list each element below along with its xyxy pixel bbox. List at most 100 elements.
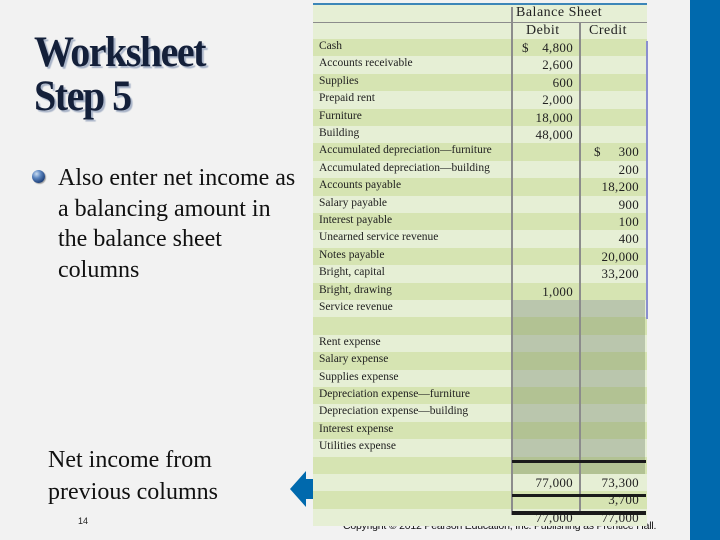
debit-cell <box>512 421 579 440</box>
dollar-sign: $ <box>594 144 601 160</box>
slide-title: Worksheet Step 5 <box>34 27 206 119</box>
debit-cell <box>512 248 579 265</box>
row-label: Salary payable <box>319 196 388 209</box>
credit-cell <box>581 439 645 457</box>
credit-amount: 20,000 <box>601 248 639 264</box>
row-label: Accounts payable <box>319 179 402 192</box>
table-row: Utilities expense <box>313 439 647 457</box>
page-number: 14 <box>78 516 89 526</box>
debit-cell <box>512 143 579 160</box>
debit-cell: $4,800 <box>512 39 579 56</box>
dollar-sign: $ <box>522 40 529 55</box>
table-row <box>313 317 647 335</box>
debit-cell: 48,000 <box>512 126 579 143</box>
credit-amount: 300 <box>618 144 639 160</box>
debit-cell <box>512 334 579 353</box>
bullet-text: Also enter net income as a balancing amo… <box>58 165 296 283</box>
debit-cell <box>512 317 579 335</box>
credit-cell: 18,200 <box>581 178 645 195</box>
table-row: Building 48,000 <box>313 126 647 144</box>
row-label: Furniture <box>319 109 362 122</box>
table-row: Unearned service revenue 400 <box>313 230 647 248</box>
table-row: Bright, capital 33,200 <box>313 265 647 283</box>
row-label: Bright, drawing <box>319 283 392 296</box>
credit-cell <box>581 387 645 405</box>
row-label: Supplies expense <box>319 370 399 383</box>
credit-cell <box>581 421 645 440</box>
credit-cell <box>581 74 645 91</box>
header-divider-left <box>511 7 513 41</box>
row-label: Utilities expense <box>319 440 396 453</box>
debit-cell <box>512 213 579 230</box>
credit-cell: 400 <box>581 230 645 247</box>
section-header-row: Balance Sheet <box>313 5 647 23</box>
table-row: Salary payable 900 <box>313 195 647 213</box>
row-label: Accumulated depreciation—furniture <box>319 144 492 157</box>
net-income-note: Net income from previous columns <box>48 447 218 505</box>
title-line-2: Step 5 <box>34 70 132 120</box>
table-row: Supplies 600 <box>313 73 647 92</box>
table-row: Cash $4,800 <box>313 39 647 57</box>
row-label: Depreciation expense—building <box>319 405 469 418</box>
table-row: Rent expense <box>313 334 647 353</box>
table-row: Furniture 18,000 <box>313 108 647 126</box>
credit-cell <box>581 334 645 353</box>
table-row: Prepaid rent 2,000 <box>313 91 647 109</box>
subtotal-rule <box>512 460 646 463</box>
debit-amount: 1,000 <box>542 283 573 299</box>
row-label: Prepaid rent <box>319 92 375 105</box>
debit-cell: 77,000 <box>512 474 579 491</box>
debit-cell <box>512 196 579 213</box>
debit-cell: 600 <box>512 74 579 91</box>
double-rule <box>512 511 646 515</box>
row-label: Accounts receivable <box>319 57 413 70</box>
debit-amount: 4,800 <box>542 40 573 55</box>
credit-amount: 900 <box>618 196 639 212</box>
bullet-icon <box>32 170 45 183</box>
table-row: Accumulated depreciation—furniture $300 <box>313 143 647 161</box>
credit-cell: 200 <box>581 161 645 178</box>
debit-cell <box>512 265 579 282</box>
credit-cell <box>581 352 645 370</box>
row-label: Interest payable <box>319 214 393 226</box>
row-label: Supplies <box>319 74 359 87</box>
debit-left-border <box>511 41 513 515</box>
debit-cell <box>512 178 579 195</box>
row-label: Cash <box>319 40 342 52</box>
debit-cell <box>512 439 579 457</box>
credit-amount: 18,200 <box>601 179 639 195</box>
credit-cell: 100 <box>581 213 645 230</box>
table-row: Depreciation expense—furniture <box>313 387 647 405</box>
debit-cell <box>512 369 579 387</box>
row-label: Interest expense <box>319 422 394 435</box>
table-row: Accounts receivable 2,600 <box>313 56 647 74</box>
row-label: Building <box>319 127 360 139</box>
table-row: Interest payable 100 <box>313 213 647 231</box>
debit-cell: 18,000 <box>512 109 579 126</box>
credit-cell <box>581 126 645 143</box>
table-row: Accumulated depreciation—building 200 <box>313 160 647 179</box>
credit-cell: $300 <box>581 143 645 160</box>
debit-cell: 2,000 <box>512 91 579 108</box>
column-header-credit: Credit <box>589 23 627 38</box>
column-header-debit: Debit <box>526 23 560 38</box>
accent-bar <box>690 0 720 540</box>
table-row: Supplies expense <box>313 369 647 387</box>
table-row: Interest expense <box>313 421 647 440</box>
header-divider-mid <box>579 23 581 41</box>
credit-amount: 200 <box>618 161 639 177</box>
credit-cell <box>581 91 645 108</box>
credit-amount: 400 <box>618 231 639 247</box>
debit-amount: 2,600 <box>542 57 573 73</box>
debit-amount: 600 <box>552 74 573 90</box>
credit-cell <box>581 283 645 300</box>
credit-cell: 20,000 <box>581 248 645 265</box>
debit-cell: 1,000 <box>512 283 579 300</box>
total-row: 77,000 73,300 <box>313 474 647 492</box>
credit-right-border <box>646 41 648 319</box>
total-rule <box>512 494 646 497</box>
row-label: Unearned service revenue <box>319 231 439 244</box>
debit-cell <box>512 404 579 422</box>
credit-cell <box>581 404 645 422</box>
credit-cell <box>581 369 645 387</box>
